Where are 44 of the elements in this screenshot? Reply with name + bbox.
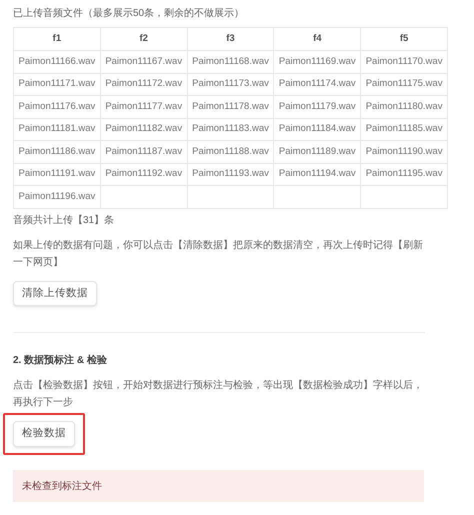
upload-count: 音频共计上传【31】条 (13, 214, 116, 228)
table-cell: Paimon11190.wav (366, 146, 442, 157)
instruction-text: 如果上传的数据有问题，你可以点击【清除数据】把原来的数据清空，再次上传时记得【刷新一下网页】 (13, 238, 424, 270)
table-cell: Paimon11195.wav (366, 168, 442, 180)
table-cell: Paimon11170.wav (366, 56, 442, 67)
action-button[interactable]: 清除上传数据 (13, 280, 97, 306)
table-cell: Paimon11189.wav (278, 146, 356, 157)
table-cell: Paimon11180.wav (366, 100, 442, 112)
table-cell: Paimon11179.wav (278, 100, 356, 112)
table-cell: Paimon11185.wav (366, 123, 442, 134)
table-cell: Paimon11166.wav (18, 56, 96, 67)
table-cell: Paimon11182.wav (105, 123, 182, 134)
table-cell: Paimon11168.wav (192, 56, 269, 67)
table-cell: Paimon11192.wav (105, 168, 182, 180)
table-cell: Paimon11183.wav (192, 123, 269, 134)
table-cell: Paimon11194.wav (278, 168, 356, 180)
column-header: f3 (187, 28, 274, 50)
table-cell: Paimon11173.wav (192, 78, 269, 90)
table-cell: Paimon11169.wav (278, 56, 356, 67)
section-heading: 2. 数据预标注 & 检验 (13, 353, 108, 368)
table-cell: Paimon11172.wav (105, 78, 182, 90)
column-header: f1 (14, 28, 100, 50)
table-cell: Paimon11176.wav (18, 100, 96, 112)
table-cell: Paimon11188.wav (192, 146, 269, 157)
column-header: f5 (360, 28, 448, 50)
table-cell: Paimon11193.wav (192, 168, 269, 180)
action-button[interactable]: 检验数据 (13, 421, 75, 448)
table-cell: Paimon11184.wav (278, 123, 356, 134)
table-cell: Paimon11186.wav (18, 146, 96, 157)
table-cell: Paimon11196.wav (18, 190, 96, 202)
table-cell: Paimon11191.wav (18, 168, 96, 180)
column-header: f4 (274, 28, 361, 50)
column-header: f2 (100, 28, 188, 50)
table-cell: Paimon11178.wav (192, 100, 269, 112)
table-cell: Paimon11177.wav (105, 100, 182, 112)
alert-banner: 未检查到标注文件 (13, 470, 424, 502)
instruction-text: 点击【检验数据】按钮，开始对数据进行预标注与检验，等出现【数据检验成功】字样以后，再执行下一步 (13, 378, 424, 410)
table-cell: Paimon11181.wav (18, 123, 96, 134)
table-cell: Paimon11187.wav (105, 146, 182, 157)
section-caption: 已上传音频文件（最多展示50条，剩余的不做展示） (13, 6, 246, 21)
table-cell: Paimon11171.wav (18, 78, 96, 90)
table-cell: Paimon11175.wav (366, 78, 442, 90)
table-cell: Paimon11174.wav (278, 78, 356, 90)
table-cell: Paimon11167.wav (105, 56, 182, 67)
